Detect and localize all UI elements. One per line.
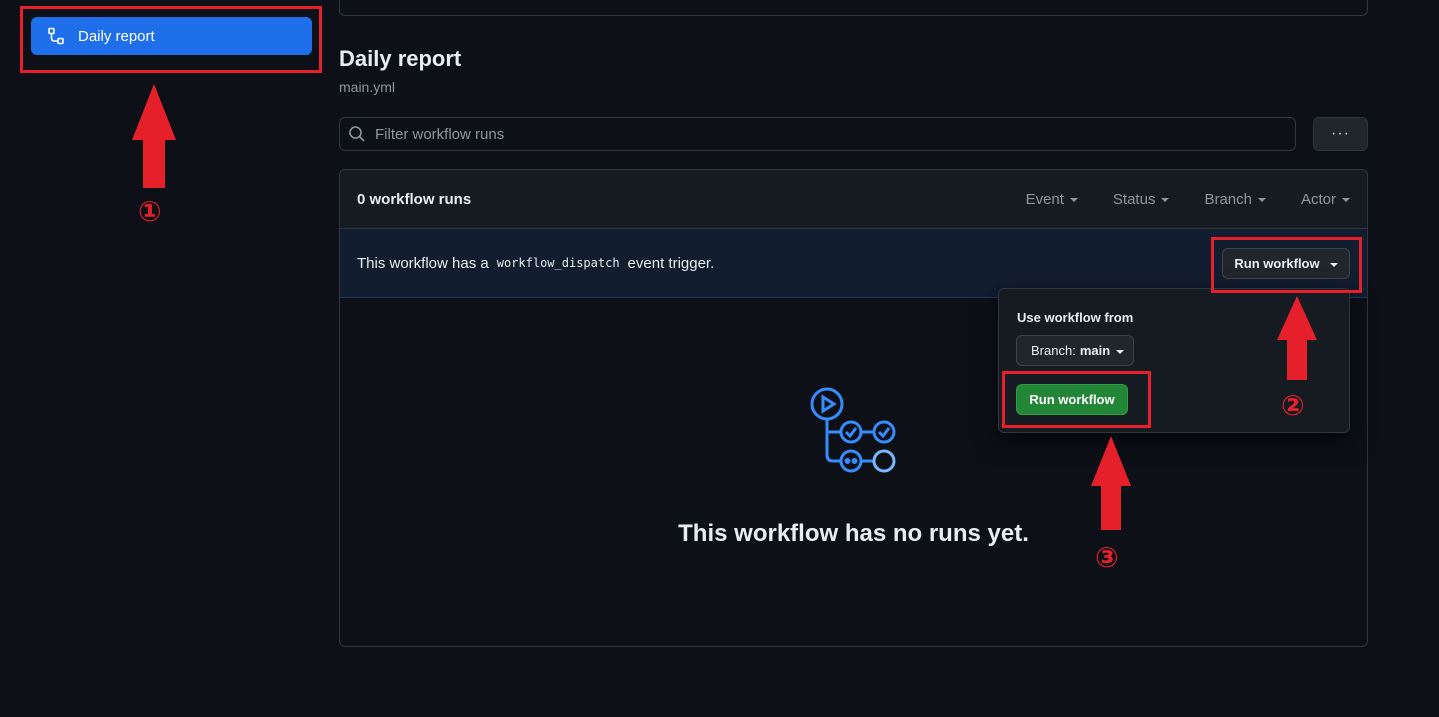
chevron-down-icon	[1161, 198, 1170, 202]
search-icon	[348, 125, 366, 143]
annotation-arrow-step2	[1277, 296, 1317, 380]
annotation-number-step2: ②	[1281, 389, 1305, 422]
page-title: Daily report	[339, 46, 462, 71]
branch-select-button[interactable]: Branch: main	[1016, 335, 1134, 366]
runs-header: 0 workflow runs Event Status Branch Acto…	[340, 170, 1367, 229]
dispatch-text-suffix: event trigger.	[627, 254, 715, 272]
annotation-number-step3: ③	[1095, 541, 1119, 574]
run-workflow-label: Run workflow	[1234, 256, 1320, 271]
filter-event[interactable]: Event	[1026, 191, 1078, 208]
branch-prefix: Branch:	[1031, 343, 1076, 358]
annotation-arrow-step1	[132, 84, 176, 188]
runs-count: 0 workflow runs	[357, 190, 472, 208]
filter-branch[interactable]: Branch	[1204, 191, 1266, 208]
filter-actor-label: Actor	[1300, 190, 1336, 208]
filter-branch-label: Branch	[1204, 190, 1252, 208]
chevron-down-icon	[1342, 198, 1350, 202]
kebab-horizontal-icon: ···	[1331, 125, 1350, 142]
filter-event-label: Event	[1025, 190, 1064, 208]
workflow-graph-icon	[810, 387, 896, 473]
dispatch-text-prefix: This workflow has a	[357, 254, 489, 272]
sidebar-item-label: Daily report	[78, 27, 155, 45]
filter-actor[interactable]: Actor	[1301, 191, 1350, 208]
empty-state-message: This workflow has no runs yet.	[678, 520, 1029, 547]
run-workflow-button[interactable]: Run workflow	[1222, 248, 1350, 279]
filter-status-label: Status	[1112, 190, 1156, 208]
search-input[interactable]	[375, 125, 1275, 143]
workflow-icon	[47, 27, 65, 45]
chevron-down-icon	[1116, 349, 1125, 354]
sidebar-item-daily-report[interactable]: Daily report	[31, 17, 312, 55]
branch-value: main	[1079, 343, 1111, 358]
chevron-down-icon	[1069, 198, 1078, 202]
submit-run-workflow-button[interactable]: Run workflow	[1016, 384, 1128, 415]
more-options-button[interactable]: ···	[1313, 117, 1368, 151]
filter-status[interactable]: Status	[1113, 191, 1170, 208]
chevron-down-icon	[1257, 198, 1266, 202]
chevron-down-icon	[1329, 262, 1338, 267]
previous-card-bottom	[339, 0, 1368, 16]
dispatch-code: workflow_dispatch	[496, 256, 620, 270]
workflow-file-name[interactable]: main.yml	[339, 79, 395, 95]
annotation-number-step1: ①	[138, 195, 162, 228]
dropdown-label: Use workflow from	[1017, 310, 1134, 325]
filter-search-box[interactable]	[339, 117, 1296, 151]
annotation-arrow-step3	[1091, 436, 1131, 530]
